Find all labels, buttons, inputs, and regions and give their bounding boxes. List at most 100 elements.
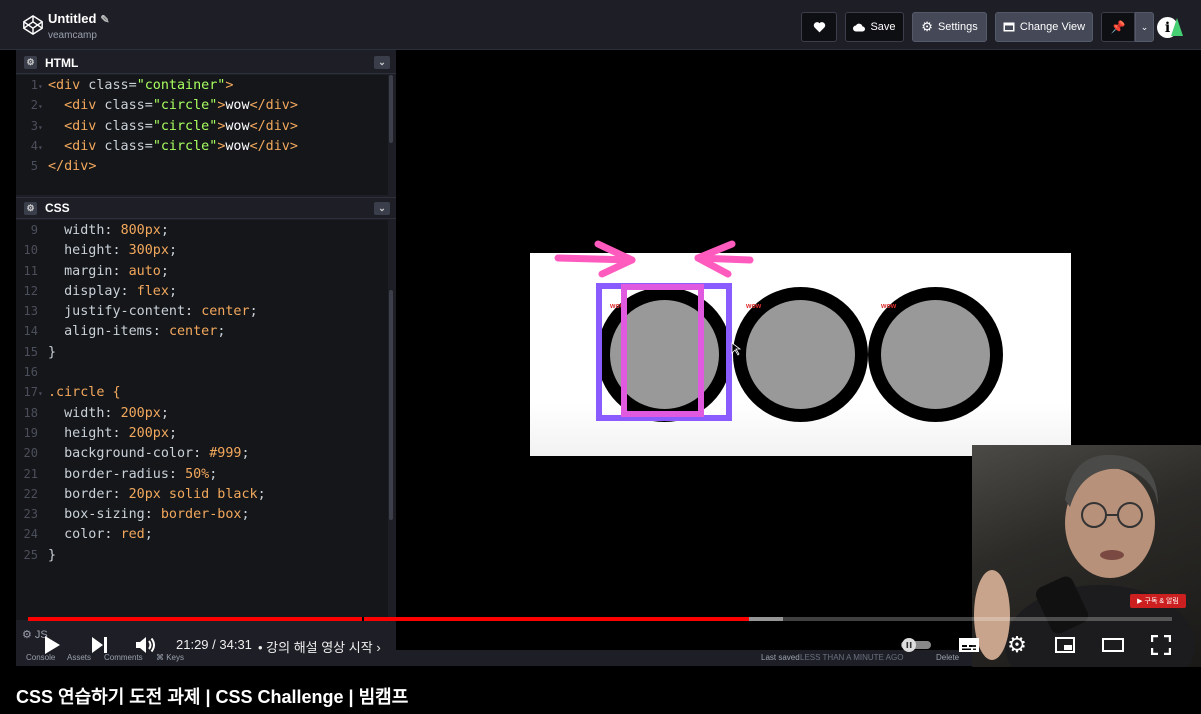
css-scrollbar[interactable]: [389, 290, 393, 520]
chevron-down-icon[interactable]: ⌄: [374, 202, 390, 215]
code-line: 16: [16, 362, 388, 382]
code-token: justify-content:: [48, 304, 202, 320]
html-code-editor[interactable]: 1▾ <div class="container"> 2▾ <div class="…: [16, 75, 388, 195]
settings-button[interactable]: ⚙ Settings: [912, 12, 987, 42]
code-token: wow: [225, 118, 250, 134]
volume-button[interactable]: [133, 630, 159, 660]
save-button[interactable]: Save: [845, 12, 904, 42]
code-line: 4▾ <div class="circle">wow</div>: [16, 136, 388, 156]
time-display: 21:29 / 34:31: [176, 637, 252, 652]
line-number: 2: [30, 98, 38, 113]
line-number: 19: [23, 425, 38, 440]
code-line: 24 color: red;: [16, 524, 388, 544]
codepen-logo-icon[interactable]: [22, 14, 44, 36]
code-token: 20px solid black: [128, 486, 258, 502]
code-line: 11 margin: auto;: [16, 261, 388, 281]
line-number: 24: [23, 527, 38, 542]
change-view-button[interactable]: Change View: [995, 12, 1093, 42]
gear-icon: ⚙: [921, 19, 933, 34]
fold-marker-icon: [38, 466, 48, 486]
chevron-down-icon[interactable]: ⌄: [374, 56, 390, 69]
autoplay-icon: [901, 638, 931, 652]
code-token: </div: [249, 138, 290, 154]
subtitles-button[interactable]: [955, 630, 983, 660]
heart-icon: [813, 22, 825, 33]
pin-menu-button[interactable]: ⌄: [1135, 12, 1154, 42]
css-code-editor[interactable]: 9 width: 800px; 10 height: 300px; 11 margi…: [16, 220, 388, 620]
html-pane-header[interactable]: ⚙ HTML ⌄: [16, 52, 396, 74]
code-token: 800px: [120, 223, 161, 238]
code-token: "container": [136, 78, 226, 93]
fold-marker-icon: ▾: [38, 389, 43, 399]
line-number: 17: [23, 385, 38, 400]
fold-marker-icon: [38, 486, 48, 506]
code-token: #999: [209, 446, 242, 462]
js-settings-icon[interactable]: ⚙: [22, 629, 35, 641]
code-line: 20 background-color: #999;: [16, 443, 388, 463]
play-button[interactable]: [38, 630, 66, 660]
pen-title[interactable]: Untitled ✎: [48, 11, 110, 26]
pin-button[interactable]: 📌: [1101, 12, 1135, 42]
circle-text: wow: [746, 303, 762, 310]
line-number: 25: [23, 547, 38, 562]
chapter-title[interactable]: • 강의 해설 영상 시작 ›: [258, 637, 381, 656]
like-button[interactable]: [801, 12, 837, 42]
code-token: 300px: [128, 243, 169, 259]
fold-marker-icon: [38, 344, 48, 364]
code-token: wow: [225, 138, 250, 154]
code-token: =: [144, 138, 153, 154]
code-token: class: [96, 138, 145, 154]
code-token: ;: [249, 304, 258, 320]
fullscreen-button[interactable]: [1147, 630, 1175, 660]
miniplayer-button[interactable]: [1051, 630, 1079, 660]
edit-title-icon[interactable]: ✎: [100, 14, 109, 26]
code-token: flex: [136, 283, 169, 299]
chapter-marker: [362, 617, 364, 621]
code-line: 14 align-items: center;: [16, 321, 388, 341]
pin-icon: 📌: [1110, 20, 1126, 34]
code-token: ;: [217, 324, 226, 340]
fold-marker-icon: ▾: [38, 142, 43, 152]
line-number: 11: [23, 263, 38, 278]
autoplay-toggle[interactable]: [898, 630, 934, 660]
css-settings-icon[interactable]: ⚙: [24, 201, 37, 215]
pen-owner[interactable]: veamcamp: [48, 30, 97, 41]
code-token: ;: [160, 263, 169, 279]
line-number: 23: [23, 507, 38, 522]
line-number: 1: [30, 78, 38, 92]
theater-mode-button[interactable]: [1099, 630, 1127, 660]
css-pane-header[interactable]: ⚙ CSS ⌄: [16, 197, 396, 219]
fold-marker-icon: ▾: [38, 122, 43, 132]
code-token: >: [225, 78, 234, 93]
keys-button[interactable]: ⌘ Keys: [156, 653, 184, 662]
code-token: <div: [48, 78, 81, 93]
code-token: center: [201, 304, 250, 320]
layout-icon: [1003, 22, 1015, 32]
code-line: 13 justify-content: center;: [16, 301, 388, 321]
code-line: 3▾ <div class="circle">wow</div>: [16, 116, 388, 136]
youtube-icon: ▶: [1137, 598, 1143, 605]
video-title: CSS 연습하기 도전 과제 | CSS Challenge | 빔캠프: [16, 687, 409, 707]
line-number: 15: [23, 344, 38, 359]
fold-marker-icon: ▾: [38, 102, 43, 112]
html-settings-icon[interactable]: ⚙: [24, 56, 37, 69]
code-token: width:: [48, 223, 121, 238]
code-token: 200px: [120, 405, 161, 421]
code-token: border-box: [160, 507, 242, 523]
code-line: 9 width: 800px;: [16, 220, 388, 240]
code-token: center: [168, 324, 218, 340]
code-token: ;: [241, 507, 250, 523]
container-box: wow wow wow: [530, 253, 1071, 456]
code-token: margin:: [48, 263, 129, 279]
settings-gear-button[interactable]: ⚙: [1004, 630, 1030, 660]
html-pane-title: HTML: [45, 55, 79, 70]
next-button[interactable]: [86, 630, 112, 660]
code-line: 5 </div>: [16, 156, 388, 176]
line-number: 4: [30, 138, 38, 153]
progress-played: [28, 617, 749, 621]
save-label: Save: [870, 21, 896, 33]
fold-marker-icon: [38, 222, 48, 242]
html-scrollbar[interactable]: [389, 75, 393, 143]
